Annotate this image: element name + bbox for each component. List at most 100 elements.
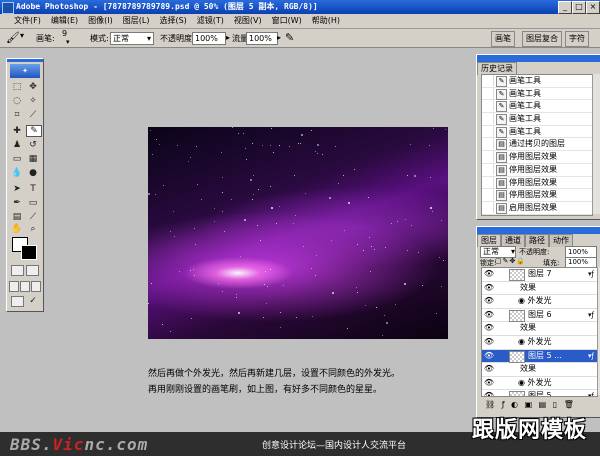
- minimize-button[interactable]: _: [558, 1, 572, 14]
- dodge-tool-icon[interactable]: ●: [26, 167, 40, 179]
- history-item[interactable]: ▤ 通过拷贝的图层: [482, 138, 592, 152]
- layer-row[interactable]: 👁 图层 5 ▾ƒ: [482, 390, 597, 396]
- brush-tool-icon[interactable]: 🖌: [6, 31, 20, 44]
- chevron-right-icon[interactable]: ▸: [226, 33, 230, 42]
- slice-tool-icon[interactable]: ⟋: [26, 109, 40, 121]
- history-item[interactable]: ▤启用图层效果: [482, 214, 592, 215]
- visibility-eye-icon[interactable]: 👁: [483, 282, 495, 294]
- visibility-eye-icon[interactable]: 👁: [483, 350, 495, 362]
- visibility-eye-icon[interactable]: 👁: [483, 309, 495, 321]
- effects-fx-icon[interactable]: ▾ƒ: [588, 350, 594, 362]
- layer-row[interactable]: 👁 图层 5 ... ▾ƒ: [482, 349, 597, 364]
- chevron-right-icon-2[interactable]: ▸: [277, 33, 281, 42]
- history-source-checkbox[interactable]: [482, 214, 494, 215]
- standard-mode-icon[interactable]: [11, 265, 24, 276]
- well-tab-character[interactable]: 字符: [565, 31, 589, 47]
- hand-tool-icon[interactable]: ✋: [10, 223, 24, 235]
- history-source-checkbox[interactable]: [482, 163, 494, 175]
- menu-help[interactable]: 帮助(H): [307, 14, 345, 27]
- layers-panel-titlebar[interactable]: [477, 227, 600, 234]
- history-item[interactable]: ▤启用图层效果: [482, 201, 592, 215]
- history-source-checkbox[interactable]: [482, 113, 494, 125]
- history-source-checkbox[interactable]: [482, 176, 494, 188]
- history-item[interactable]: ✎ 画笔工具: [482, 113, 592, 126]
- lock-icons[interactable]: ▢✎✥🔒: [495, 257, 526, 265]
- menu-edit[interactable]: 编辑(E): [46, 14, 83, 27]
- menu-image[interactable]: 图像(I): [83, 14, 118, 27]
- history-source-checkbox[interactable]: [482, 87, 494, 99]
- brush-size-value[interactable]: 9: [62, 29, 67, 38]
- jump-to-icon[interactable]: ✓: [26, 295, 40, 307]
- effects-fx-icon[interactable]: ▾ƒ: [588, 309, 594, 321]
- visibility-eye-icon[interactable]: 👁: [483, 268, 495, 280]
- history-scrollbar[interactable]: [592, 74, 600, 214]
- visibility-eye-icon[interactable]: 👁: [483, 377, 495, 389]
- notes-tool-icon[interactable]: ▤: [10, 211, 24, 223]
- imageready-icon[interactable]: [11, 296, 24, 307]
- blur-tool-icon[interactable]: 💧: [10, 167, 24, 179]
- brush-picker-chevron-icon[interactable]: ▾: [66, 38, 70, 46]
- history-item[interactable]: ▤ 停用图层效果: [482, 176, 592, 190]
- brush-tool-selected-icon[interactable]: ✎: [26, 125, 42, 137]
- zoom-tool-icon[interactable]: ⌕: [26, 223, 40, 235]
- history-source-checkbox[interactable]: [482, 75, 494, 86]
- effect-toggle-icon[interactable]: ◉: [518, 378, 528, 387]
- marquee-tool-icon[interactable]: ⬚: [10, 81, 24, 93]
- close-button[interactable]: ×: [586, 1, 600, 14]
- healing-brush-icon[interactable]: ✚: [10, 125, 24, 137]
- history-source-checkbox[interactable]: [482, 151, 494, 163]
- tool-preset-dropdown-icon[interactable]: ▾: [20, 31, 24, 40]
- pen-tool-icon[interactable]: ✒: [10, 197, 24, 209]
- visibility-eye-icon[interactable]: 👁: [483, 295, 495, 307]
- crop-tool-icon[interactable]: ⌗: [10, 109, 24, 121]
- airbrush-icon[interactable]: ✎: [285, 31, 294, 44]
- flow-field[interactable]: 100%: [246, 32, 278, 45]
- menu-file[interactable]: 文件(F): [0, 14, 46, 27]
- history-source-checkbox[interactable]: [482, 138, 494, 150]
- visibility-eye-icon[interactable]: 👁: [483, 336, 495, 348]
- layer-effect-row[interactable]: 👁 ◉ 外发光: [482, 336, 597, 350]
- effects-fx-icon[interactable]: ▾ƒ: [588, 390, 594, 396]
- maximize-button[interactable]: □: [572, 1, 586, 14]
- effect-toggle-icon[interactable]: ◉: [518, 337, 528, 346]
- menu-select[interactable]: 选择(S): [154, 14, 191, 27]
- screen-mode-menubar-icon[interactable]: [20, 281, 30, 292]
- menu-view[interactable]: 视图(V): [229, 14, 267, 27]
- history-source-checkbox[interactable]: [482, 201, 494, 213]
- history-item[interactable]: ✎ 画笔工具: [482, 87, 592, 101]
- screen-mode-full-icon[interactable]: [31, 281, 41, 292]
- background-color-swatch[interactable]: [21, 245, 37, 260]
- layer-effect-row[interactable]: 👁 效果: [482, 363, 597, 377]
- history-panel-titlebar[interactable]: [477, 55, 600, 62]
- quick-mask-icon[interactable]: [26, 265, 39, 276]
- visibility-eye-icon[interactable]: 👁: [483, 363, 495, 375]
- layer-effect-row[interactable]: 👁 ◉ 外发光: [482, 377, 597, 391]
- toolbox-header[interactable]: [7, 59, 43, 62]
- eyedropper-icon[interactable]: ⟋: [26, 211, 40, 223]
- mode-select[interactable]: 正常 ▾: [110, 32, 154, 45]
- opacity-field[interactable]: 100%: [192, 32, 226, 45]
- magic-wand-icon[interactable]: ✧: [26, 95, 40, 107]
- type-tool-icon[interactable]: T: [26, 183, 40, 195]
- tab-paths[interactable]: 路径: [525, 234, 549, 247]
- eraser-tool-icon[interactable]: ▭: [10, 153, 24, 165]
- history-item[interactable]: ▤ 停用图层效果: [482, 189, 592, 202]
- clone-stamp-icon[interactable]: ♟: [10, 139, 24, 151]
- document-canvas[interactable]: [148, 127, 448, 339]
- move-tool-icon[interactable]: ✥: [26, 81, 40, 93]
- history-item[interactable]: ▤ 停用图层效果: [482, 163, 592, 177]
- layer-row[interactable]: 👁 图层 7 ▾ƒ: [482, 268, 597, 282]
- feather-logo-icon[interactable]: ✦: [10, 64, 40, 78]
- menu-layer[interactable]: 图层(L): [118, 14, 155, 27]
- history-brush-icon[interactable]: ↺: [26, 139, 40, 151]
- effect-toggle-icon[interactable]: ◉: [518, 296, 528, 305]
- gradient-tool-icon[interactable]: ▦: [26, 153, 40, 165]
- well-tab-brushes[interactable]: 画笔: [491, 31, 515, 47]
- screen-mode-standard-icon[interactable]: [9, 281, 19, 292]
- shape-tool-icon[interactable]: ▭: [26, 197, 40, 209]
- history-source-checkbox[interactable]: [482, 189, 494, 201]
- history-item[interactable]: ✎ 画笔工具: [482, 75, 592, 88]
- layer-actions-bar-icons[interactable]: ⛓ ƒ ◐ ▣ ▤ ▯ 🗑: [485, 400, 576, 409]
- history-item[interactable]: ▤ 停用图层效果: [482, 151, 592, 164]
- well-tab-layer-comps[interactable]: 图层复合: [522, 31, 562, 47]
